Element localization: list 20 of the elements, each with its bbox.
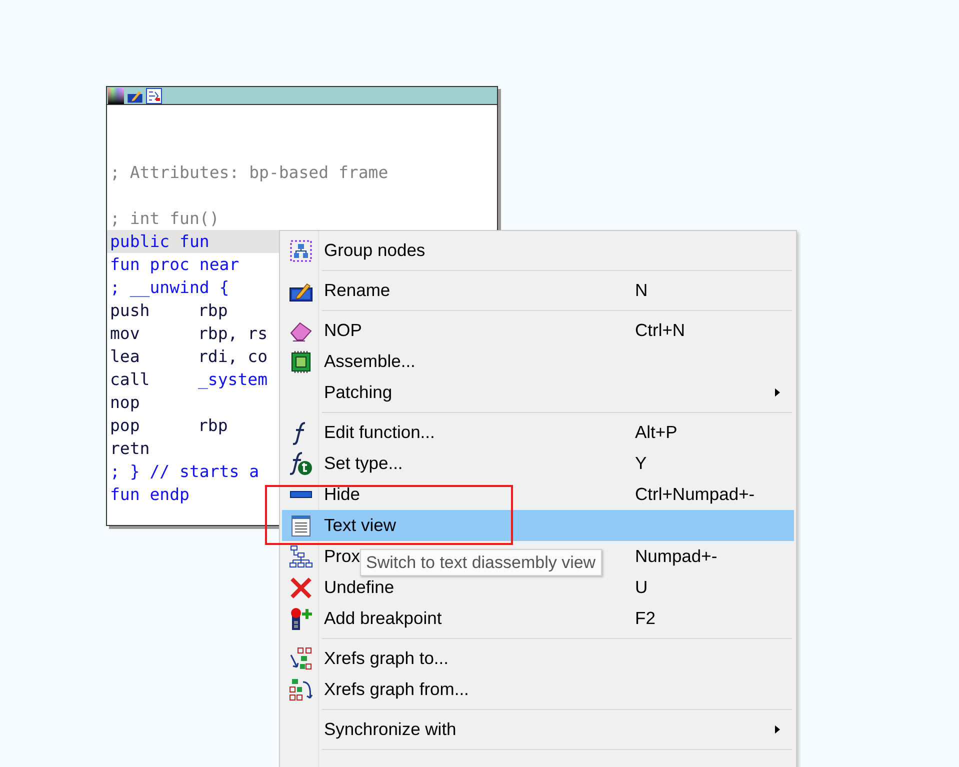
code-mnemonic: pop (110, 415, 141, 437)
code-operand: _system (198, 369, 268, 391)
code-operand: rbp (198, 415, 228, 437)
code-label: fun proc near (110, 255, 240, 274)
code-comment: ; int fun() (109, 208, 220, 230)
code-operand: rbp (198, 300, 228, 322)
code-mnemonic: push (110, 300, 151, 322)
code-mnemonic: lea (110, 346, 141, 368)
code-mnemonic: mov (110, 323, 141, 345)
code-comment: ; Attributes: bp-based frame (109, 162, 390, 184)
code-operand: rbp, rs (198, 323, 268, 345)
code-label: ; __unwind { (110, 278, 230, 297)
code-mnemonic: retn (110, 438, 151, 460)
code-mnemonic: call (110, 369, 151, 391)
tooltip: Switch to text diassembly view (360, 549, 602, 576)
code-mnemonic: nop (110, 392, 141, 414)
code-operand: rdi, co (198, 346, 268, 368)
code-label: public fun (110, 232, 210, 251)
code-label: ; } // starts a (110, 462, 260, 481)
code-label: fun endp (110, 485, 190, 504)
